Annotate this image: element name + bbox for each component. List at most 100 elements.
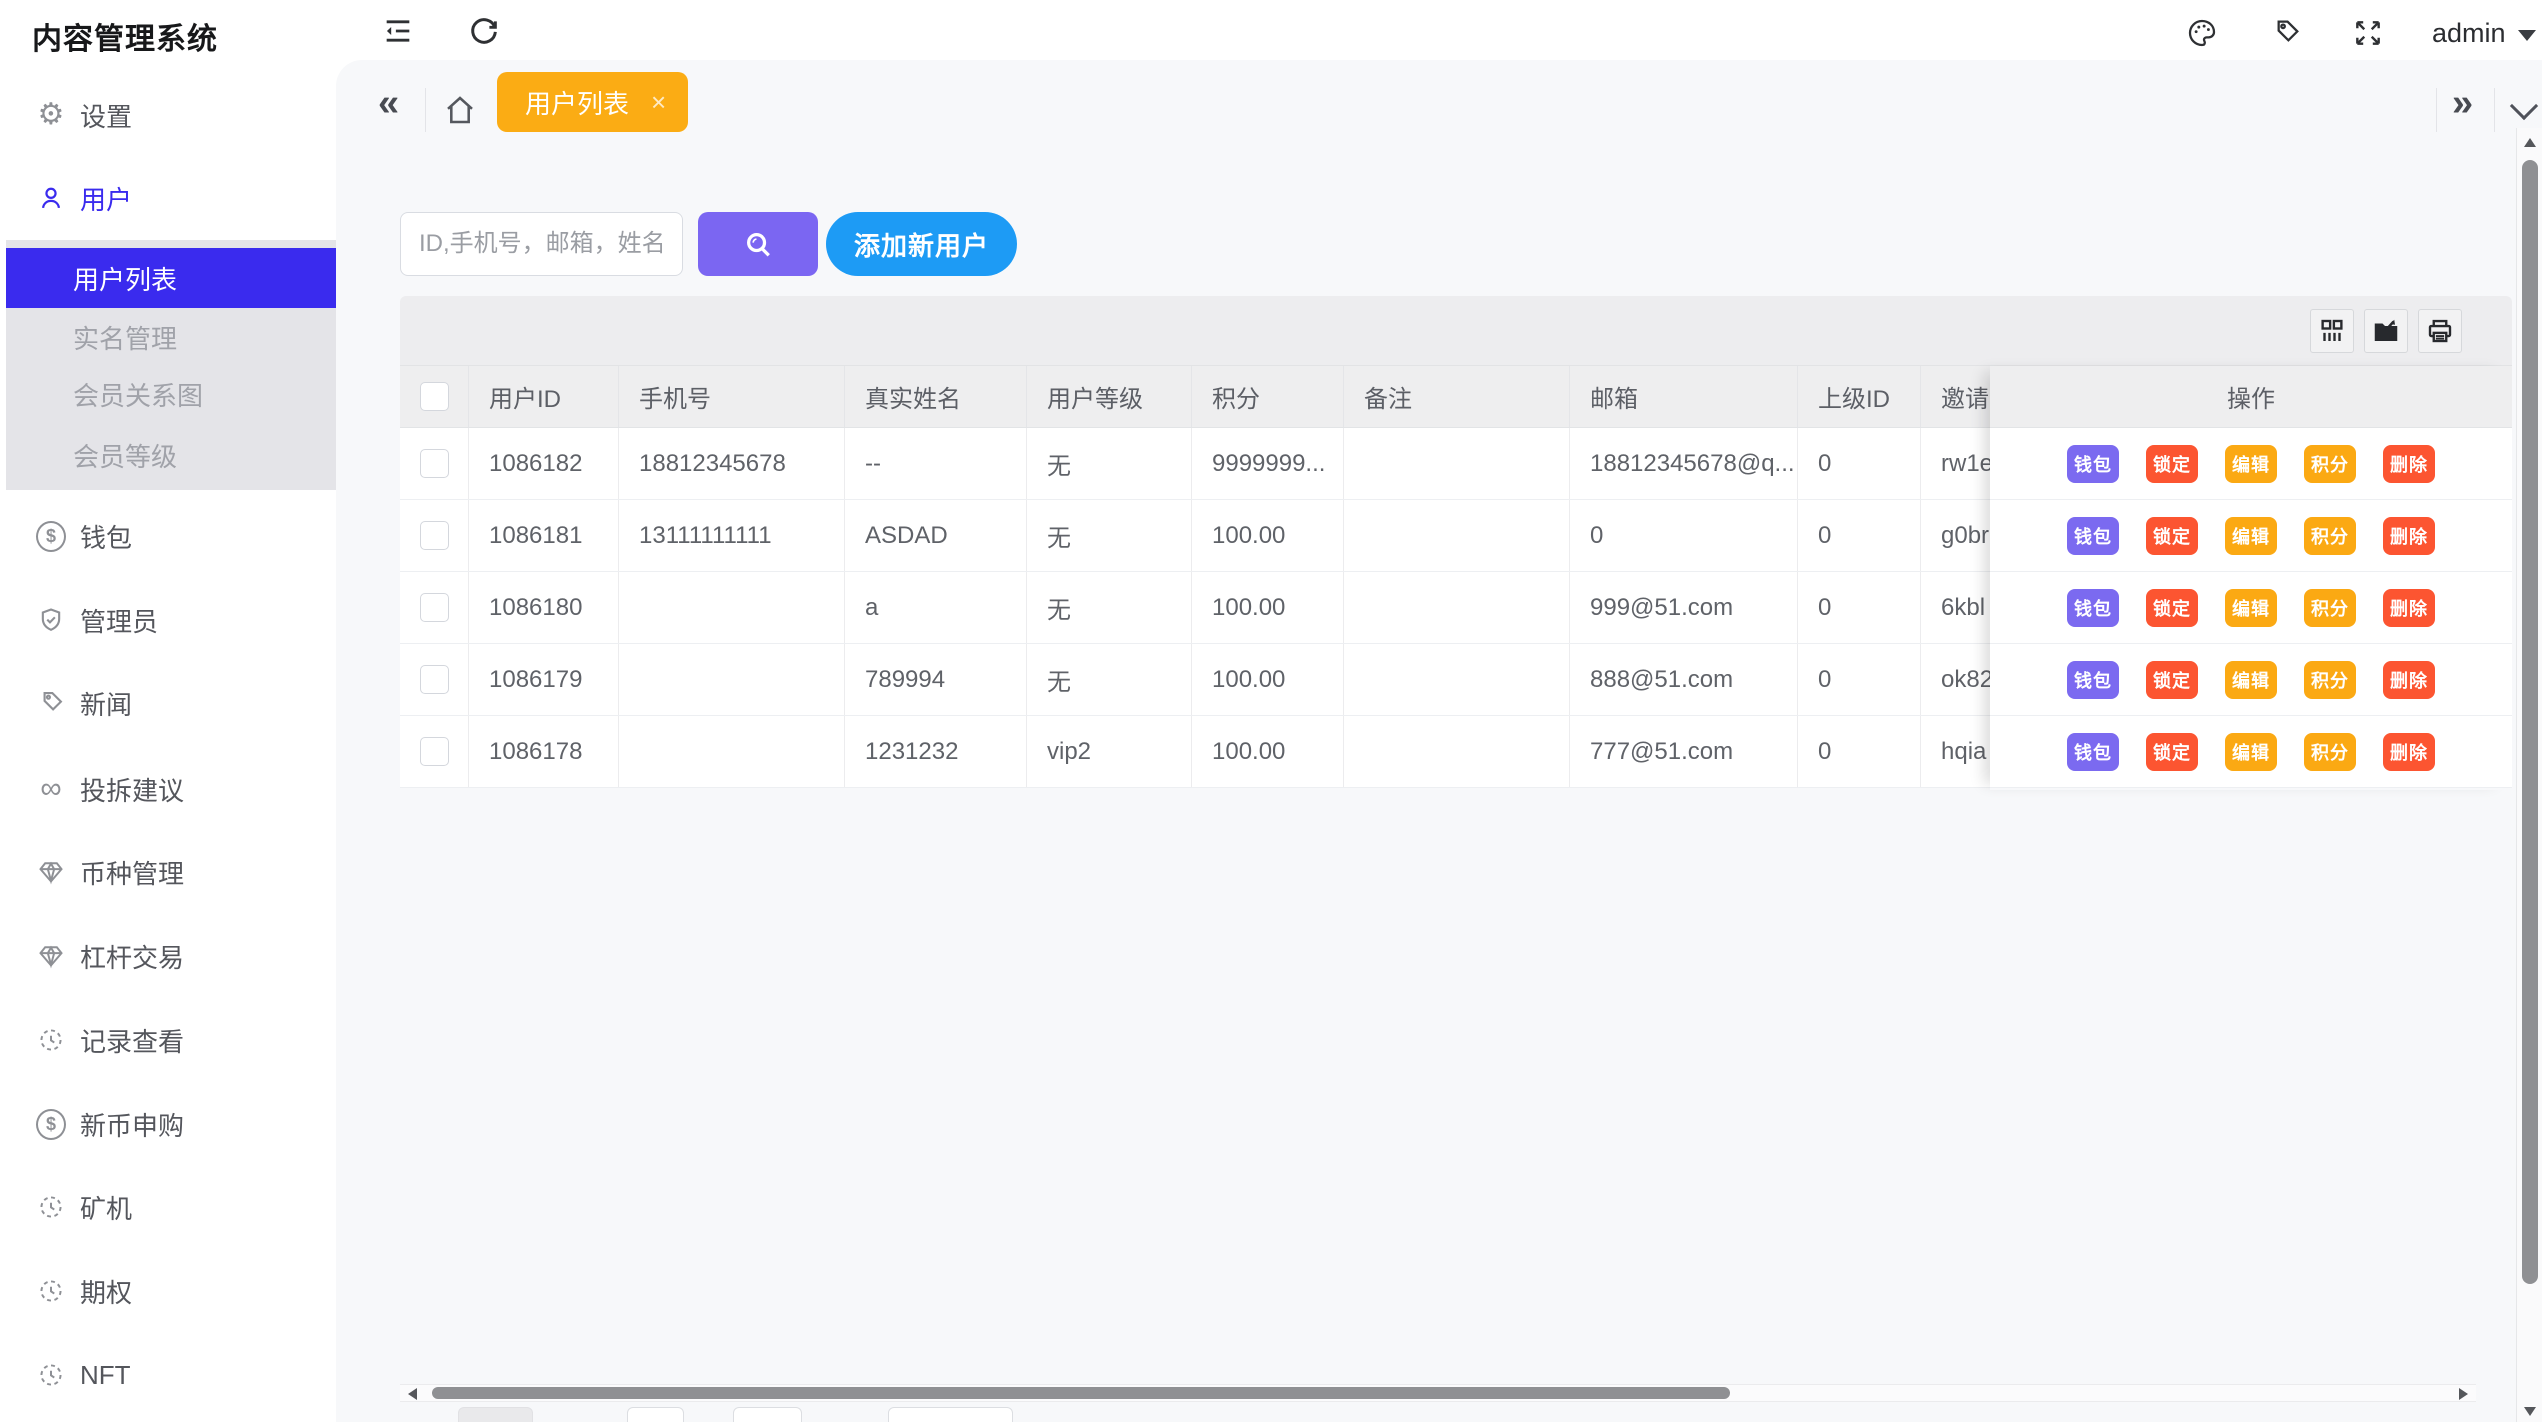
sidebar-item-8[interactable]: 杠杆交易	[36, 932, 184, 980]
username: admin	[2432, 18, 2506, 49]
tabs-scroll-left-icon[interactable]: «	[378, 84, 399, 122]
search-button[interactable]	[698, 212, 818, 276]
scroll-left-arrow-icon[interactable]	[408, 1388, 417, 1400]
vertical-scrollbar-thumb[interactable]	[2522, 160, 2538, 1284]
sidebar-item-9[interactable]: 记录查看	[36, 1016, 184, 1064]
scroll-right-arrow-icon[interactable]	[2459, 1388, 2468, 1400]
action-button[interactable]: 编辑	[2225, 445, 2277, 483]
home-icon[interactable]	[442, 92, 478, 131]
app-title: 内容管理系统	[32, 14, 218, 58]
submenu-item-2[interactable]: 实名管理	[6, 311, 336, 363]
action-button[interactable]: 锁定	[2146, 661, 2198, 699]
action-button[interactable]: 编辑	[2225, 517, 2277, 555]
action-button[interactable]: 编辑	[2225, 589, 2277, 627]
add-user-button[interactable]: 添加新用户	[826, 212, 1017, 276]
row-checkbox[interactable]	[420, 737, 449, 766]
action-button[interactable]: 锁定	[2146, 517, 2198, 555]
actions-row-5: 钱包锁定编辑积分删除	[1990, 716, 2512, 788]
tab-close-icon[interactable]: ×	[651, 87, 666, 118]
action-button[interactable]: 钱包	[2067, 733, 2119, 771]
action-button[interactable]: 删除	[2383, 517, 2435, 555]
search-input[interactable]	[400, 212, 683, 276]
collapse-sidebar-icon[interactable]	[380, 14, 416, 50]
row-select-cell	[400, 644, 469, 715]
row-checkbox[interactable]	[420, 593, 449, 622]
sidebar-item-2[interactable]: 用户	[36, 174, 132, 222]
tag-icon[interactable]	[2268, 16, 2304, 52]
submenu-item-4[interactable]: 会员等级	[6, 429, 336, 481]
sidebar-item-4[interactable]: 管理员	[36, 596, 158, 644]
user-menu[interactable]: admin	[2432, 18, 2536, 49]
cell-level: 无	[1027, 644, 1192, 715]
sidebar-item-6[interactable]: ∞投拆建议	[36, 765, 184, 813]
tab-user-list[interactable]: 用户列表×	[497, 72, 688, 132]
sidebar-item-10[interactable]: $新币申购	[36, 1100, 184, 1148]
sidebar-item-3[interactable]: $钱包	[36, 512, 132, 560]
action-button[interactable]: 编辑	[2225, 661, 2277, 699]
submenu-item-3[interactable]: 会员关系图	[6, 368, 336, 420]
print-icon[interactable]	[2418, 309, 2462, 353]
action-button[interactable]: 钱包	[2067, 661, 2119, 699]
action-button[interactable]: 钱包	[2067, 445, 2119, 483]
action-button[interactable]: 删除	[2383, 445, 2435, 483]
action-button[interactable]: 积分	[2304, 733, 2356, 771]
sidebar-item-11[interactable]: 矿机	[36, 1183, 132, 1231]
actions-row-3: 钱包锁定编辑积分删除	[1990, 572, 2512, 644]
fullscreen-icon[interactable]	[2350, 16, 2386, 52]
pagination-button-4[interactable]	[888, 1407, 1013, 1422]
sidebar-item-label: 新币申购	[80, 1106, 184, 1143]
cell-email: 777@51.com	[1570, 716, 1798, 787]
dashed-clock-icon	[36, 1276, 66, 1306]
scroll-down-arrow-icon[interactable]	[2524, 1407, 2536, 1416]
row-checkbox[interactable]	[420, 665, 449, 694]
action-button[interactable]: 积分	[2304, 589, 2356, 627]
select-all-checkbox[interactable]	[420, 382, 449, 411]
tabs-scroll-right-icon[interactable]: »	[2452, 84, 2473, 122]
horizontal-scrollbar-thumb[interactable]	[432, 1387, 1730, 1399]
action-button[interactable]: 锁定	[2146, 733, 2198, 771]
action-button[interactable]: 锁定	[2146, 589, 2198, 627]
header-cell-points: 积分	[1192, 366, 1344, 427]
action-button[interactable]: 积分	[2304, 661, 2356, 699]
row-select-cell	[400, 716, 469, 787]
sidebar-item-7[interactable]: 币种管理	[36, 848, 184, 896]
submenu-item-1[interactable]: 用户列表	[6, 248, 336, 308]
pagination-button-3[interactable]	[733, 1407, 802, 1422]
pagination-button-2[interactable]	[627, 1407, 684, 1422]
action-button[interactable]: 钱包	[2067, 517, 2119, 555]
sidebar-item-1[interactable]: ⚙设置	[36, 91, 132, 139]
action-button[interactable]: 积分	[2304, 445, 2356, 483]
shield-check-icon	[36, 605, 66, 635]
row-select-cell	[400, 500, 469, 571]
cell-points: 100.00	[1192, 644, 1344, 715]
pagination-button-1[interactable]	[458, 1407, 533, 1422]
sidebar-item-12[interactable]: 期权	[36, 1267, 132, 1315]
cell-level: 无	[1027, 428, 1192, 499]
refresh-icon[interactable]	[466, 14, 502, 50]
sidebar-item-5[interactable]: 新闻	[36, 679, 132, 727]
action-button[interactable]: 删除	[2383, 733, 2435, 771]
horizontal-scrollbar[interactable]	[400, 1384, 2476, 1402]
sidebar-item-label: 设置	[80, 97, 132, 134]
export-icon[interactable]	[2364, 309, 2408, 353]
action-button[interactable]: 删除	[2383, 589, 2435, 627]
action-button[interactable]: 编辑	[2225, 733, 2277, 771]
action-button[interactable]: 删除	[2383, 661, 2435, 699]
column-settings-icon[interactable]	[2310, 309, 2354, 353]
action-button[interactable]: 积分	[2304, 517, 2356, 555]
caret-down-icon	[2518, 30, 2536, 41]
action-button[interactable]: 钱包	[2067, 589, 2119, 627]
tabs-collapse-icon[interactable]	[2514, 96, 2534, 116]
cell-parent_id: 0	[1798, 428, 1921, 499]
sidebar-item-label: 期权	[80, 1273, 132, 1310]
scroll-up-arrow-icon[interactable]	[2524, 138, 2536, 147]
row-checkbox[interactable]	[420, 521, 449, 550]
row-checkbox[interactable]	[420, 449, 449, 478]
vertical-scrollbar[interactable]	[2516, 128, 2542, 1422]
sidebar-item-label: 管理员	[80, 602, 158, 639]
sidebar-item-13[interactable]: NFT	[36, 1351, 131, 1399]
header-cell-actions: 操作	[1990, 366, 2512, 428]
header-cell-level: 用户等级	[1027, 366, 1192, 427]
action-button[interactable]: 锁定	[2146, 445, 2198, 483]
palette-icon[interactable]	[2184, 16, 2220, 52]
